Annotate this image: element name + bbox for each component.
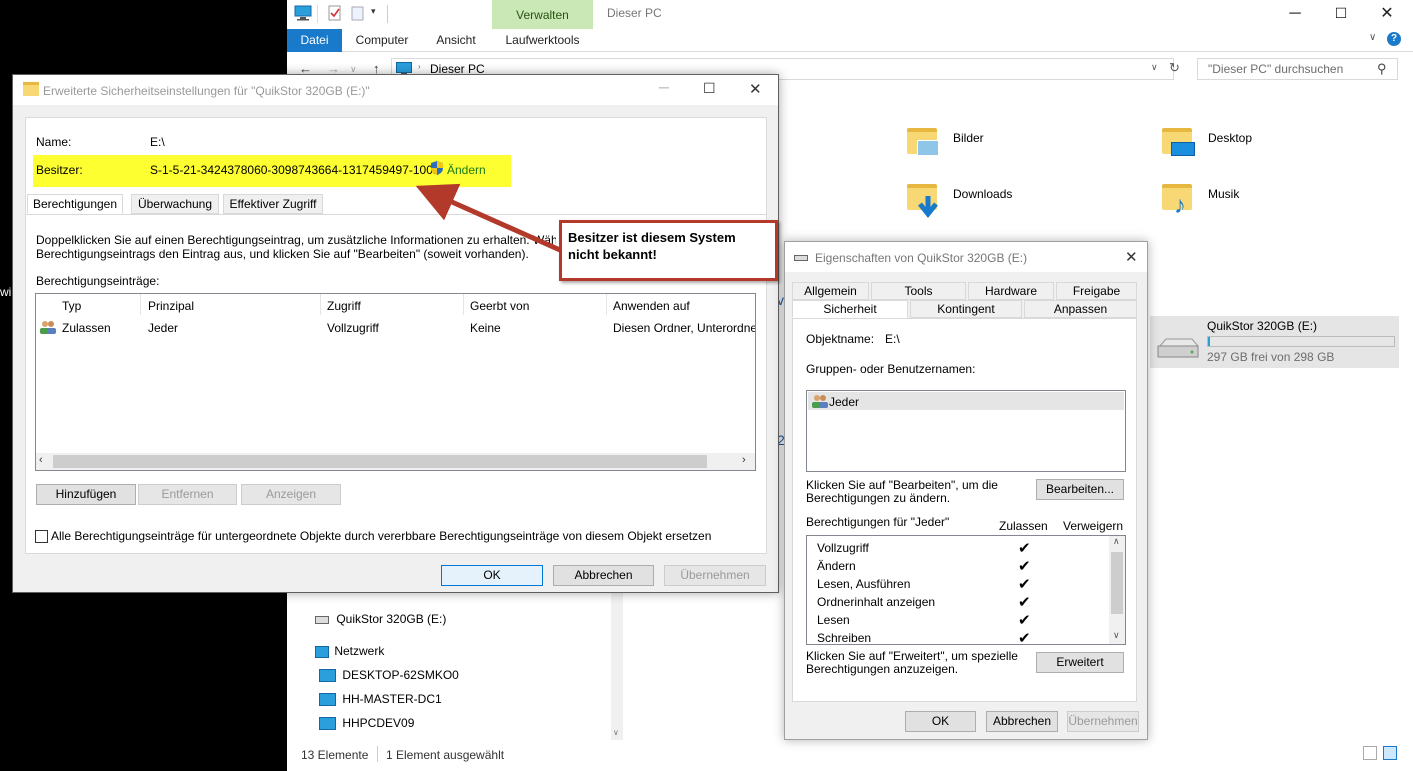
background-text: wi — [0, 285, 12, 299]
annotation-callout: Besitzer ist diesem System nicht bekannt… — [559, 220, 778, 281]
annotation-arrow — [415, 183, 562, 253]
annotation-line1: Besitzer ist diesem System — [568, 230, 736, 245]
annotation-line2: nicht bekannt! — [568, 247, 657, 262]
